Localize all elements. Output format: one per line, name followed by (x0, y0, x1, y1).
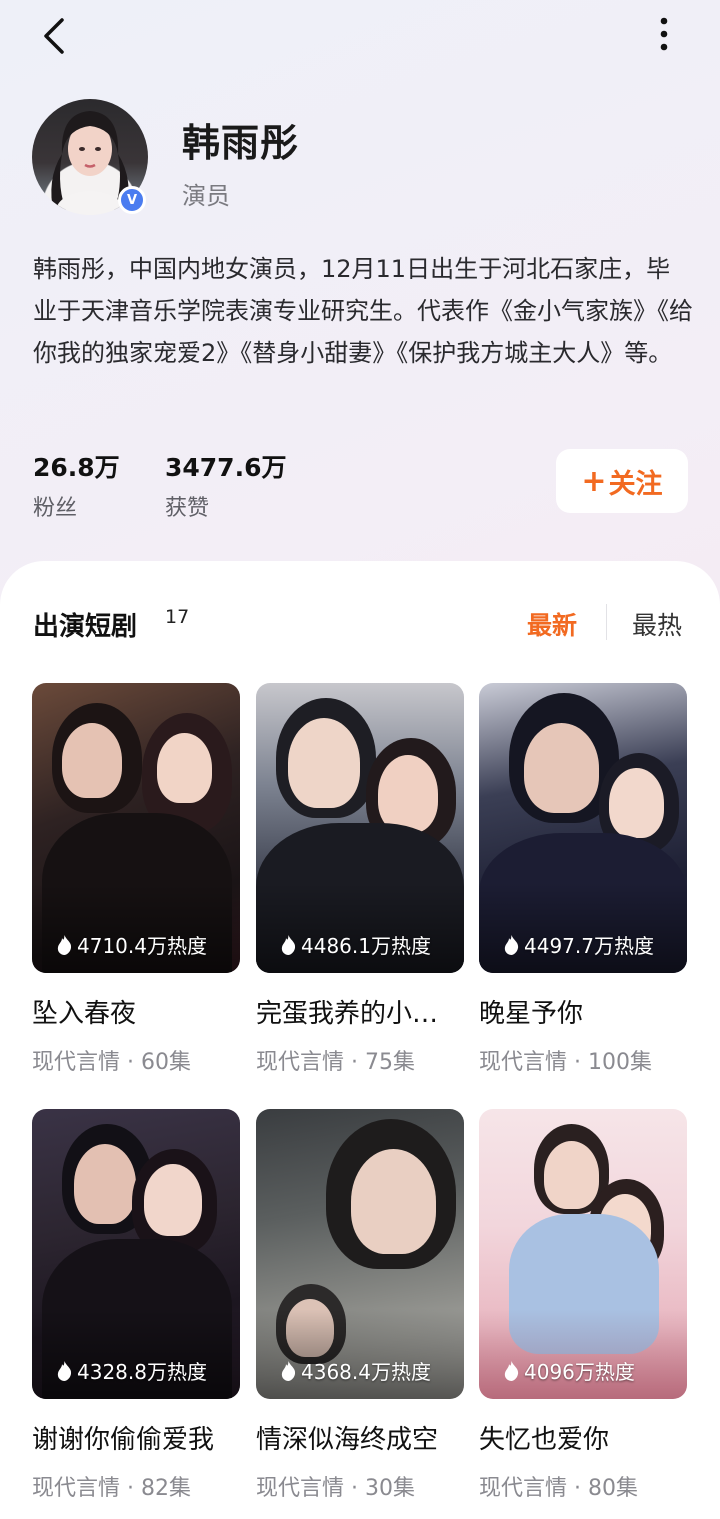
back-button[interactable] (36, 14, 76, 58)
verified-badge: V (118, 186, 146, 214)
fans-count: 26.8万 (33, 453, 120, 482)
tab-hottest[interactable]: 最热 (632, 606, 682, 642)
flame-icon (504, 934, 519, 955)
drama-meta: 现代言情 · 82集 (32, 1476, 191, 1501)
profile-role: 演员 (182, 182, 230, 210)
drama-meta: 现代言情 · 100集 (479, 1050, 652, 1075)
drama-poster: 4710.4万热度 (32, 683, 240, 973)
fans-label: 粉丝 (33, 496, 78, 521)
heat-badge: 4328.8万热度 (56, 1356, 207, 1385)
drama-title: 完蛋我养的小白脸是大佬 (256, 999, 464, 1029)
heat-badge: 4497.7万热度 (503, 930, 654, 959)
profile-bio: 韩雨彤，中国内地女演员，12月11日出生于河北石家庄，毕业于天津音乐学院表演专业… (33, 255, 693, 367)
likes-count: 3477.6万 (165, 453, 287, 482)
drama-card[interactable]: 4096万热度 失忆也爱你 现代言情 · 80集 (479, 1109, 687, 1502)
flame-icon (504, 1360, 519, 1381)
tab-newest[interactable]: 最新 (527, 606, 577, 642)
flame-icon (57, 1360, 72, 1381)
heat-badge: 4368.4万热度 (280, 1356, 431, 1385)
profile-name: 韩雨彤 (182, 121, 300, 165)
drama-title: 谢谢你偷偷爱我 (32, 1425, 215, 1455)
drama-poster: 4328.8万热度 (32, 1109, 240, 1399)
likes-label: 获赞 (165, 496, 210, 521)
more-button[interactable] (648, 14, 680, 58)
section-title: 出演短剧 (33, 612, 138, 642)
drama-card[interactable]: 4328.8万热度 谢谢你偷偷爱我 现代言情 · 82集 (32, 1109, 240, 1502)
drama-title: 晚星予你 (479, 999, 584, 1029)
follow-button[interactable]: + 关注 (556, 449, 688, 513)
heat-badge: 4096万热度 (503, 1356, 635, 1385)
drama-card[interactable]: 4710.4万热度 坠入春夜 现代言情 · 60集 (32, 683, 240, 1076)
drama-poster: 4096万热度 (479, 1109, 687, 1399)
flame-icon (57, 934, 72, 955)
section-count: 17 (165, 606, 190, 628)
drama-card[interactable]: 4368.4万热度 情深似海终成空 现代言情 · 30集 (256, 1109, 464, 1502)
drama-poster: 4486.1万热度 (256, 683, 464, 973)
drama-title: 坠入春夜 (32, 999, 137, 1029)
chevron-left-icon (44, 18, 64, 54)
plus-icon: + (581, 463, 607, 499)
drama-card[interactable]: 4486.1万热度 完蛋我养的小白脸是大佬 现代言情 · 75集 (256, 683, 464, 1076)
drama-card[interactable]: 4497.7万热度 晚星予你 现代言情 · 100集 (479, 683, 687, 1076)
tab-divider (606, 604, 607, 640)
heat-badge: 4486.1万热度 (280, 930, 431, 959)
follow-label: 关注 (608, 468, 663, 500)
drama-meta: 现代言情 · 75集 (256, 1050, 415, 1075)
drama-meta: 现代言情 · 30集 (256, 1476, 415, 1501)
flame-icon (281, 934, 296, 955)
drama-title: 失忆也爱你 (479, 1425, 610, 1455)
top-bar (0, 0, 720, 80)
drama-meta: 现代言情 · 80集 (479, 1476, 638, 1501)
heat-badge: 4710.4万热度 (56, 930, 207, 959)
drama-meta: 现代言情 · 60集 (32, 1050, 191, 1075)
drama-poster: 4497.7万热度 (479, 683, 687, 973)
flame-icon (281, 1360, 296, 1381)
more-vertical-icon (660, 17, 668, 51)
drama-title: 情深似海终成空 (256, 1425, 439, 1455)
drama-poster: 4368.4万热度 (256, 1109, 464, 1399)
